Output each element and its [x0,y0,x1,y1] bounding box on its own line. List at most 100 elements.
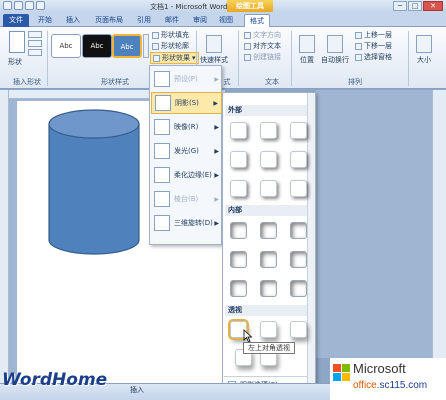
shapes-button[interactable]: 形状 [8,57,22,67]
chevron-right-icon: ▶ [214,219,219,227]
shape-effects-button[interactable]: 形状效果 ▾ [150,52,199,64]
menu-item-label: 发光(G) [174,147,199,155]
vertical-ruler [0,90,9,383]
quick-styles-label: 快速样式 [200,56,228,64]
quick-access-toolbar [3,1,45,10]
shadow-inner-6[interactable] [290,251,307,268]
minimize-button[interactable]: ─ [393,1,407,11]
shape-style-white[interactable]: Abc [51,34,81,58]
undo-icon[interactable] [25,1,34,10]
shape-fill-button[interactable]: 形状填充 [152,30,189,40]
insert-shapes-group-label: 插入形状 [13,78,41,86]
shadow-outer-5[interactable] [260,151,277,168]
shape-effects-label: 形状效果 [162,54,190,62]
shadow-outer-6[interactable] [290,151,307,168]
text-direction-icon [244,31,251,39]
shadow-outer-1[interactable] [230,122,247,139]
redo-icon[interactable] [36,1,45,10]
shadow-inner-7[interactable] [230,280,247,297]
shadow-inner-2[interactable] [260,222,277,239]
group-divider [47,31,48,86]
selection-pane-button[interactable]: 选择窗格 [355,52,392,62]
create-link-label: 创建链接 [253,53,281,61]
menu-item-label: 预设(P) [174,75,198,83]
tab-home[interactable]: 开始 [34,14,56,27]
shadow-outer-9[interactable] [290,180,307,197]
shape-outline-button[interactable]: 形状轮廓 [152,41,189,51]
window-title: 文档1 - Microsoft Word [150,3,228,11]
menu-item-label: 三维旋转(D) [174,219,213,227]
maximize-button[interactable]: □ [408,1,422,11]
insert-mode-indicator[interactable]: 插入 [130,385,144,395]
wrap-text-icon [327,35,343,53]
shadow-outer-3[interactable] [290,122,307,139]
tab-references[interactable]: 引用 [133,14,155,27]
shape-style-black[interactable]: Abc [82,34,112,58]
3d-rotation-icon [154,215,170,231]
section-perspective-title: 透视 [225,305,307,316]
selection-pane-icon [355,53,362,61]
tab-insert[interactable]: 插入 [62,14,84,27]
tab-view[interactable]: 视图 [215,14,237,27]
shape-style-blue[interactable]: Abc [112,34,142,58]
send-backward-button[interactable]: 下移一层 [355,41,392,51]
gallery-scrollbar[interactable] [307,93,315,393]
menu-item-reflection[interactable]: 映像(R) ▶ [151,116,222,138]
menu-item-shadow[interactable]: 阴影(S) ▶ [151,92,222,114]
shapes-gallery-icon[interactable] [9,31,25,53]
close-button[interactable]: ✕ [423,1,443,11]
tab-format[interactable]: 格式 [244,14,270,27]
save-icon[interactable] [14,1,23,10]
cylinder-shape[interactable] [47,108,141,258]
menu-item-glow[interactable]: 发光(G) ▶ [151,140,222,162]
menu-item-soft-edges[interactable]: 柔化边缘(E) ▶ [151,164,222,186]
menu-item-bevel[interactable]: 棱台(B) ▶ [151,188,222,210]
shadow-inner-5[interactable] [260,251,277,268]
size-label: 大小 [417,56,431,64]
text-direction-button[interactable]: 文字方向 [244,30,281,40]
menu-item-preset[interactable]: 预设(P) ▶ [151,68,222,90]
tab-file[interactable]: 文件 [3,14,29,27]
word-app-icon[interactable] [3,1,12,10]
wordart-icon [206,35,222,53]
shadow-inner-9[interactable] [290,280,307,297]
shadow-outer-7[interactable] [230,180,247,197]
edit-shape-icons[interactable] [28,31,44,57]
shadow-inner-3[interactable] [290,222,307,239]
chevron-right-icon: ▶ [214,123,219,131]
text-direction-label: 文字方向 [253,31,281,39]
shadow-outer-8[interactable] [260,180,277,197]
menu-item-3d-rotation[interactable]: 三维旋转(D) ▶ [151,212,222,234]
pen-icon [152,42,159,50]
bring-forward-icon [355,31,362,39]
tab-mailings[interactable]: 邮件 [161,14,183,27]
shadow-perspective-3[interactable] [290,321,307,338]
shadow-icon [155,95,171,111]
chevron-right-icon: ▶ [214,75,219,83]
paint-bucket-icon [152,31,159,39]
bevel-icon [154,191,170,207]
style-gallery-scroll[interactable] [143,34,149,58]
cylinder-body [48,124,140,255]
shape-outline-label: 形状轮廓 [161,42,189,50]
vertical-scrollbar[interactable] [432,90,446,358]
quick-styles-button[interactable]: 快速样式 [199,35,229,69]
align-text-button[interactable]: 对齐文本 [244,41,281,51]
create-link-button[interactable]: 创建链接 [244,52,281,62]
shadow-outer-2[interactable] [260,122,277,139]
bring-forward-button[interactable]: 上移一层 [355,30,392,40]
shadow-outer-4[interactable] [230,151,247,168]
cylinder-top [48,109,140,139]
shadow-inner-4[interactable] [230,251,247,268]
shadow-inner-1[interactable] [230,222,247,239]
wrap-text-button[interactable]: 自动换行 [320,35,350,69]
position-button[interactable]: 位置 [296,35,318,69]
size-button[interactable]: 大小 [414,35,434,69]
menu-item-label: 柔化边缘(E) [174,171,212,179]
tab-page-layout[interactable]: 页面布局 [91,14,127,27]
chevron-right-icon: ▶ [214,147,219,155]
site-suffix: .sc115.com [376,380,428,391]
shadow-perspective-2[interactable] [260,321,277,338]
shadow-inner-8[interactable] [260,280,277,297]
tab-review[interactable]: 审阅 [189,14,211,27]
